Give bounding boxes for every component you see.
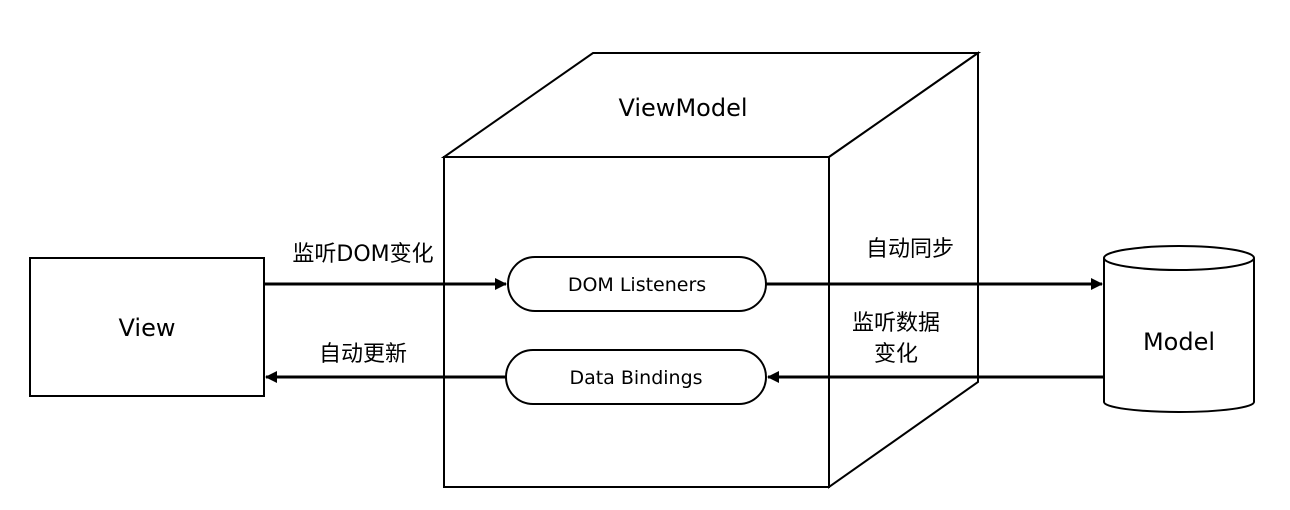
listen-data-label-line2: 变化 [874,342,918,367]
auto-update-label: 自动更新 [319,342,407,367]
auto-sync-label: 自动同步 [866,237,954,262]
listen-data-label-line1: 监听数据 [852,311,940,336]
data-bindings-label: Data Bindings [569,367,702,389]
dom-listeners-label: DOM Listeners [568,274,706,296]
model-label: Model [1143,328,1215,356]
viewmodel-label: ViewModel [618,94,747,122]
model-cylinder-top [1103,245,1255,271]
viewmodel-cube-front [443,156,830,488]
mvvm-diagram: ViewModel View Model DOM Listeners Data … [29,51,1255,489]
view-label: View [119,314,176,342]
listen-dom-label: 监听DOM变化 [292,242,433,267]
